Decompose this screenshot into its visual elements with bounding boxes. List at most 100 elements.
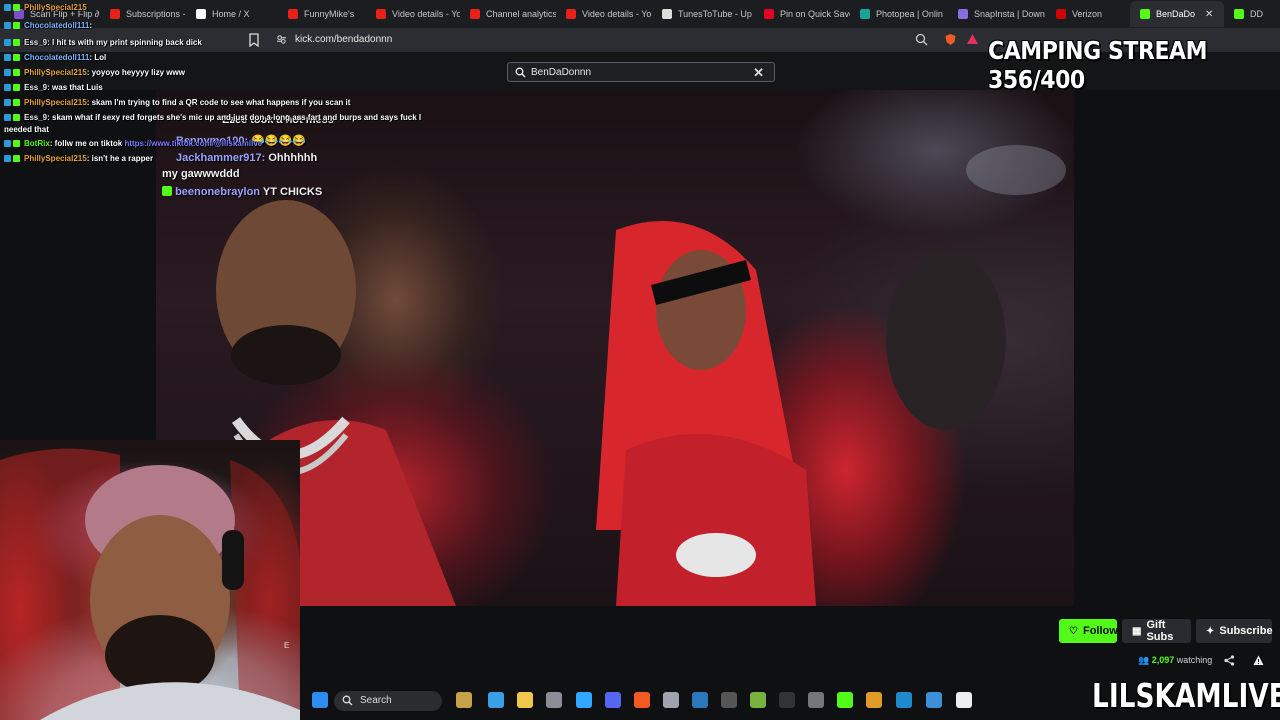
chat-message: needed that	[4, 125, 49, 134]
streamer-watermark: LILSKAMLIVE	[1092, 676, 1280, 715]
tab-label: DD	[1250, 9, 1263, 19]
steam-icon[interactable]	[692, 692, 708, 708]
chat-badge-icon	[4, 4, 11, 11]
search-icon	[515, 67, 526, 78]
chat-badge-icon	[13, 114, 20, 121]
chat-text: :	[89, 21, 93, 30]
browser-tab[interactable]: Pin on Quick Save	[754, 1, 850, 27]
browser-tab[interactable]: TunesToTube - Up	[652, 1, 754, 27]
browser-tab[interactable]: Photopea | Onlin	[850, 1, 948, 27]
tab-favicon-icon	[1056, 9, 1066, 19]
subscribe-button[interactable]: ✦ Subscribe	[1196, 619, 1273, 643]
taskbar-search-label: Search	[360, 695, 392, 706]
chat-text: : yoyoyo heyyyy lizy www	[86, 68, 185, 77]
chat-badge-icon	[4, 22, 11, 29]
zoom-icon[interactable]	[915, 33, 928, 46]
chat-badge-icon	[4, 84, 11, 91]
gift-subs-label: Gift Subs	[1146, 619, 1174, 643]
app-icon[interactable]	[926, 692, 942, 708]
chat-text: : isn't he a rapper	[86, 154, 154, 163]
kick-badge-icon	[162, 186, 172, 196]
chat-message: PhillySpecial215: skam I'm trying to fin…	[4, 98, 350, 107]
app-icon[interactable]	[779, 692, 795, 708]
chat-badge-icon	[4, 99, 11, 106]
gift-subs-button[interactable]: ▦ Gift Subs	[1122, 619, 1191, 643]
chat-badge-icon	[13, 140, 20, 147]
tab-favicon-icon	[1234, 9, 1244, 19]
browser-tab[interactable]: BenDaDo ✕	[1130, 1, 1224, 27]
edge-icon[interactable]	[488, 692, 504, 708]
obs-icon[interactable]	[663, 692, 679, 708]
follow-button[interactable]: ♡ Follow	[1059, 619, 1118, 643]
browser-tab[interactable]: Video details - Yo	[556, 1, 652, 27]
app-icon[interactable]	[721, 692, 737, 708]
streamer-webcam	[0, 440, 300, 720]
chat-username[interactable]: PhillySpecial215	[24, 98, 87, 107]
app-icon[interactable]	[896, 692, 912, 708]
browser-tab[interactable]: SnapInsta | Down	[948, 1, 1046, 27]
chat-username[interactable]: Chocolatedoll111	[24, 21, 89, 30]
photoshop-icon[interactable]	[576, 692, 592, 708]
viewer-suffix: watching	[1176, 655, 1213, 665]
os-taskbar: Search	[306, 688, 986, 716]
screen: Scan Flip + Flip ∂Subscriptions - YoHome…	[0, 0, 1280, 720]
viewer-count: 👥 2,097 watching	[1138, 655, 1212, 666]
close-tab-icon[interactable]: ✕	[1205, 9, 1213, 20]
windows-start-icon[interactable]	[312, 692, 328, 708]
chat-badge-icon	[13, 54, 20, 61]
star-icon: ✦	[1206, 625, 1215, 637]
chat-username[interactable]: Ess_9	[24, 113, 47, 122]
app-icon[interactable]	[866, 692, 882, 708]
notepad-icon[interactable]	[956, 692, 972, 708]
file-explorer-icon[interactable]	[517, 692, 533, 708]
tab-label: TunesToTube - Up	[678, 9, 752, 19]
chat-badge-icon	[13, 155, 20, 162]
tab-favicon-icon	[860, 9, 870, 19]
store-icon[interactable]	[546, 692, 562, 708]
brave-icon[interactable]	[634, 692, 650, 708]
app-icon[interactable]	[808, 692, 824, 708]
chat-message: PhillySpecial215: yoyoyo heyyyy lizy www	[4, 68, 185, 77]
tab-label: SnapInsta | Down	[974, 9, 1045, 19]
chat-message: PhillySpecial215	[4, 3, 87, 12]
chat-message: Chocolatedoll111: Lol	[4, 53, 106, 62]
chat-username[interactable]: PhillySpecial215	[24, 154, 87, 163]
tab-favicon-icon	[566, 9, 576, 19]
chat-badge-icon	[4, 140, 11, 147]
stream-goal-title: CAMPING STREAM 356/400	[988, 36, 1208, 94]
heart-icon: ♡	[1069, 625, 1078, 637]
stray-text: E	[284, 641, 290, 650]
browser-tab[interactable]: DD	[1224, 1, 1264, 27]
chat-username[interactable]: PhillySpecial215	[24, 68, 87, 77]
brave-shield-icon[interactable]	[944, 33, 957, 46]
chat-text: : skam what if sexy red forgets she's mi…	[47, 113, 422, 122]
discord-icon[interactable]	[605, 692, 621, 708]
taskbar-search[interactable]: Search	[334, 691, 442, 711]
chat-username[interactable]: Ess_9	[24, 83, 47, 92]
browser-tab[interactable]: Verizon	[1046, 1, 1130, 27]
chat-badge-icon	[4, 155, 11, 162]
tab-favicon-icon	[1140, 9, 1150, 19]
report-icon[interactable]	[1253, 655, 1264, 666]
chat-message: Ess_9: was that Luis	[4, 83, 103, 92]
chat-badge-icon	[4, 114, 11, 121]
widgets-icon[interactable]	[456, 692, 472, 708]
chat-link[interactable]: https://www.tiktok.com/@lilskamlive	[124, 139, 262, 148]
brave-rewards-icon[interactable]	[966, 33, 979, 46]
chat-badge-icon	[13, 99, 20, 106]
chat-username[interactable]: BotRix	[24, 139, 50, 148]
app-icon[interactable]	[750, 692, 766, 708]
kick-icon[interactable]	[837, 692, 853, 708]
tab-label: Verizon	[1072, 9, 1103, 19]
chat-message: PhillySpecial215: isn't he a rapper	[4, 154, 153, 163]
browser-tab[interactable]: Channel analytics	[460, 1, 556, 27]
stream-chat-line: beenonebraylon YT CHICKS	[162, 186, 322, 198]
tab-favicon-icon	[470, 9, 480, 19]
chat-username[interactable]: PhillySpecial215	[24, 3, 87, 12]
chat-message: Ess_9: skam what if sexy red forgets she…	[4, 113, 421, 122]
share-icon[interactable]	[1224, 655, 1235, 666]
clear-search-icon[interactable]: ✕	[753, 65, 764, 81]
chat-username[interactable]: Chocolatedoll111	[24, 53, 89, 62]
channel-search-input[interactable]: BenDaDonnn ✕	[507, 62, 775, 82]
chat-username[interactable]: Ess_9	[24, 38, 47, 47]
